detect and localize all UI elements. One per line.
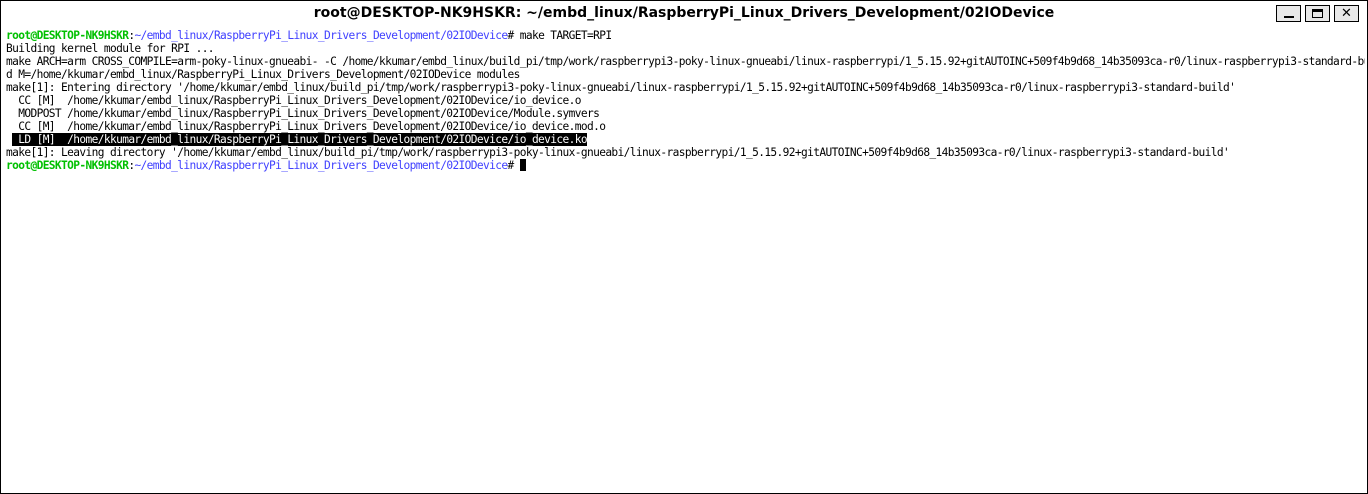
terminal-content[interactable]: root@DESKTOP-NK9HSKR:~/embd_linux/Raspbe… (3, 28, 1365, 491)
text-cursor (519, 159, 526, 171)
prompt-path: ~/embd_linux/RaspberryPi_Linux_Drivers_D… (134, 29, 508, 42)
output-line: make[1]: Leaving directory '/home/kkumar… (6, 146, 1230, 159)
prompt-user: root@DESKTOP-NK9HSKR (6, 159, 129, 172)
text-selection: LD [M] /home/kkumar/embd_linux/Raspberry… (12, 133, 588, 146)
close-button[interactable]: ✕ (1334, 5, 1359, 22)
output-line: CC [M] /home/kkumar/embd_linux/Raspberry… (6, 94, 581, 107)
output-line: make ARCH=arm CROSS_COMPILE=arm-poky-lin… (6, 55, 1365, 68)
output-line: d M=/home/kkumar/embd_linux/RaspberryPi_… (6, 68, 520, 81)
maximize-icon (1312, 9, 1323, 18)
output-line: Building kernel module for RPI ... (6, 42, 215, 55)
output-line: CC [M] /home/kkumar/embd_linux/Raspberry… (6, 120, 606, 133)
selected-output-line: LD [M] /home/kkumar/embd_linux/Raspberry… (6, 133, 588, 146)
prompt-suffix: # (507, 29, 520, 42)
output-line: make[1]: Entering directory '/home/kkuma… (6, 81, 1236, 94)
close-icon: ✕ (1341, 6, 1352, 21)
terminal-window: root@DESKTOP-NK9HSKR: ~/embd_linux/Raspb… (0, 0, 1368, 494)
prompt-path: ~/embd_linux/RaspberryPi_Linux_Drivers_D… (134, 159, 508, 172)
command-text: make TARGET=RPI (519, 29, 612, 42)
minimize-button[interactable] (1276, 5, 1301, 22)
prompt-line: root@DESKTOP-NK9HSKR:~/embd_linux/Raspbe… (6, 159, 526, 172)
prompt-user: root@DESKTOP-NK9HSKR (6, 29, 129, 42)
output-line: MODPOST /home/kkumar/embd_linux/Raspberr… (6, 107, 600, 120)
prompt-suffix: # (507, 159, 520, 172)
title-bar[interactable]: root@DESKTOP-NK9HSKR: ~/embd_linux/Raspb… (1, 1, 1367, 26)
prompt-line: root@DESKTOP-NK9HSKR:~/embd_linux/Raspbe… (6, 29, 612, 42)
maximize-button[interactable] (1305, 5, 1330, 22)
window-title: root@DESKTOP-NK9HSKR: ~/embd_linux/Raspb… (313, 5, 1055, 21)
minimize-icon (1284, 16, 1294, 18)
